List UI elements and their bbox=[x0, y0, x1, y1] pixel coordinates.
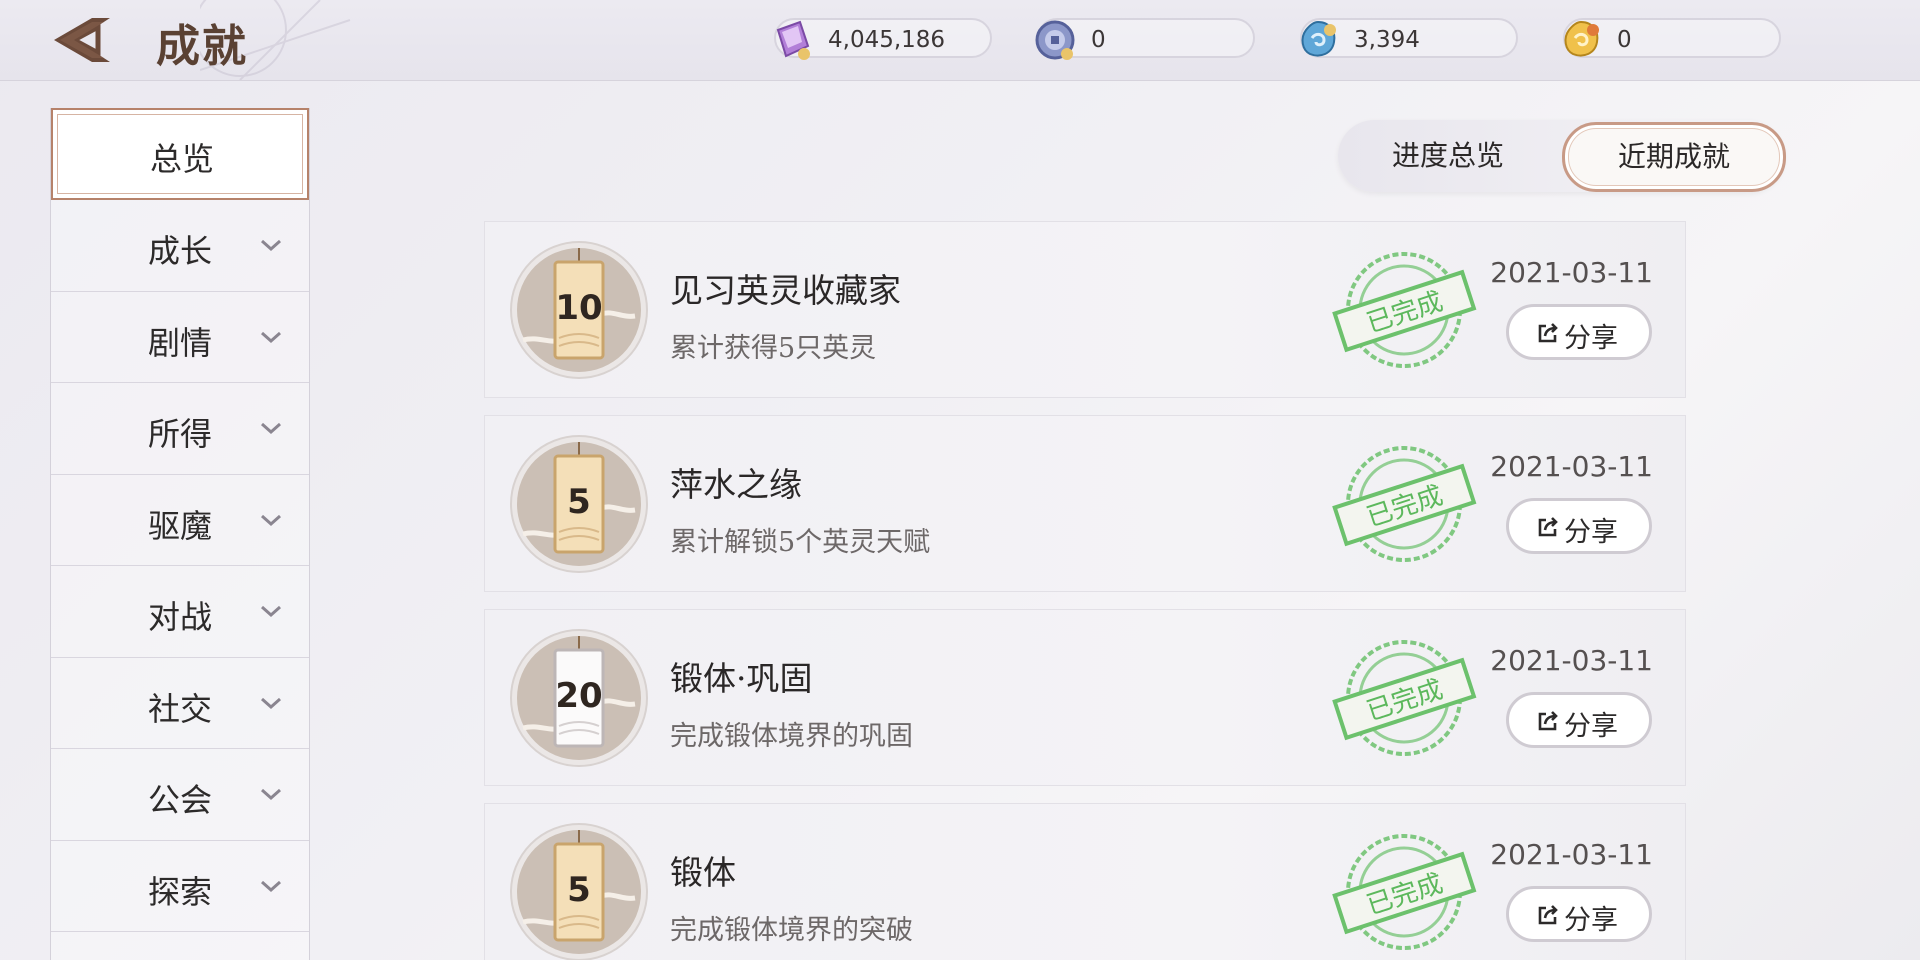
completed-stamp: 已完成 bbox=[1332, 252, 1477, 368]
purple-crystal-icon bbox=[776, 20, 810, 60]
chevron-down-icon bbox=[261, 880, 281, 892]
achievement-description: 累计获得5只英灵 bbox=[670, 333, 877, 364]
achievement-points: 20 bbox=[555, 676, 603, 716]
sidebar-item-explore[interactable]: 探索 bbox=[51, 841, 309, 932]
completed-stamp: 已完成 bbox=[1332, 640, 1477, 756]
sidebar-item-gains[interactable]: 所得 bbox=[51, 383, 309, 475]
tab-recent-achievements[interactable]: 近期成就 bbox=[1562, 122, 1786, 192]
sidebar-item-growth[interactable]: 成长 bbox=[51, 200, 309, 292]
chevron-down-icon bbox=[261, 422, 281, 435]
achievement-description: 累计解锁5个英灵天赋 bbox=[670, 527, 931, 558]
achievement-points: 10 bbox=[555, 288, 603, 328]
achievement-title: 见习英灵收藏家 bbox=[670, 271, 901, 310]
category-sidebar: 总览 成长 剧情 所得 驱魔 对战 社交 公会 探索 bbox=[50, 108, 310, 960]
view-toggle: 进度总览 近期成就 bbox=[1338, 120, 1786, 192]
completed-stamp: 已完成 bbox=[1332, 834, 1477, 950]
share-label: 分享 bbox=[1564, 711, 1618, 742]
achievement-description: 完成锻体境界的突破 bbox=[670, 915, 913, 946]
currency-value: 0 bbox=[1617, 27, 1632, 53]
achievement-date: 2021-03-11 bbox=[1490, 256, 1653, 289]
sidebar-item-overview[interactable]: 总览 bbox=[51, 108, 309, 200]
chevron-down-icon bbox=[261, 514, 281, 526]
achievement-date: 2021-03-11 bbox=[1490, 450, 1653, 483]
chevron-down-icon bbox=[261, 239, 281, 252]
sidebar-item-battle[interactable]: 对战 bbox=[51, 566, 309, 658]
achievement-title: 锻体·巩固 bbox=[670, 659, 813, 698]
currency-value: 3,394 bbox=[1354, 27, 1420, 53]
sidebar-item-story[interactable]: 剧情 bbox=[51, 292, 309, 383]
silver-coin-icon bbox=[1035, 20, 1075, 60]
achievement-list: 10 见习英灵收藏家 累计获得5只英灵 已完成 2021-03-11 分享 5 … bbox=[484, 221, 1686, 960]
currency-value: 4,045,186 bbox=[828, 27, 946, 53]
achievement-title: 锻体 bbox=[670, 853, 736, 892]
share-icon bbox=[1538, 323, 1558, 343]
blue-jade-icon bbox=[1301, 20, 1336, 57]
achievement-date: 2021-03-11 bbox=[1490, 838, 1653, 871]
share-label: 分享 bbox=[1564, 905, 1618, 936]
achievement-description: 完成锻体境界的巩固 bbox=[670, 721, 913, 752]
share-icon bbox=[1538, 711, 1558, 731]
share-label: 分享 bbox=[1564, 517, 1618, 548]
share-icon bbox=[1538, 517, 1558, 537]
achievement-card: 5 萍水之缘 累计解锁5个英灵天赋 已完成 2021-03-11 分享 bbox=[484, 415, 1686, 592]
achievement-card: 10 见习英灵收藏家 累计获得5只英灵 已完成 2021-03-11 分享 bbox=[484, 221, 1686, 398]
currency-value: 0 bbox=[1091, 27, 1106, 53]
sidebar-item-exorcism[interactable]: 驱魔 bbox=[51, 475, 309, 566]
share-button[interactable]: 分享 bbox=[1506, 692, 1652, 748]
currency-silver-coin[interactable]: 0 bbox=[1035, 18, 1255, 60]
back-button[interactable] bbox=[52, 14, 116, 66]
sidebar-item-guild[interactable]: 公会 bbox=[51, 749, 309, 841]
achievement-points: 5 bbox=[567, 482, 591, 522]
chevron-down-icon bbox=[261, 331, 281, 343]
chevron-down-icon bbox=[261, 788, 281, 801]
share-label: 分享 bbox=[1564, 323, 1618, 354]
achievement-card: 5 锻体 完成锻体境界的突破 已完成 2021-03-11 分享 bbox=[484, 803, 1686, 960]
sidebar-item-social[interactable]: 社交 bbox=[51, 658, 309, 749]
achievement-points: 5 bbox=[567, 870, 591, 910]
achievement-card: 20 锻体·巩固 完成锻体境界的巩固 已完成 2021-03-11 分享 bbox=[484, 609, 1686, 786]
completed-stamp: 已完成 bbox=[1332, 446, 1477, 562]
top-bar: 成就 4,045,186 0 3,394 0 bbox=[0, 0, 1920, 81]
share-button[interactable]: 分享 bbox=[1506, 304, 1652, 360]
gold-ingot-icon bbox=[1564, 20, 1599, 57]
tab-progress-overview[interactable]: 进度总览 bbox=[1338, 120, 1558, 192]
currency-blue-jade[interactable]: 3,394 bbox=[1300, 18, 1518, 58]
chevron-down-icon bbox=[261, 605, 281, 618]
chevron-down-icon bbox=[261, 697, 281, 709]
share-icon bbox=[1538, 905, 1558, 925]
share-button[interactable]: 分享 bbox=[1506, 886, 1652, 942]
share-button[interactable]: 分享 bbox=[1506, 498, 1652, 554]
sidebar-item-label: 总览 bbox=[149, 140, 214, 178]
page-title: 成就 bbox=[156, 21, 248, 72]
achievement-date: 2021-03-11 bbox=[1490, 644, 1653, 677]
achievement-title: 萍水之缘 bbox=[670, 465, 802, 504]
back-arrow-icon bbox=[54, 18, 110, 62]
currency-purple-crystal[interactable]: 4,045,186 bbox=[774, 18, 992, 60]
currency-gold-ingot[interactable]: 0 bbox=[1563, 18, 1781, 58]
